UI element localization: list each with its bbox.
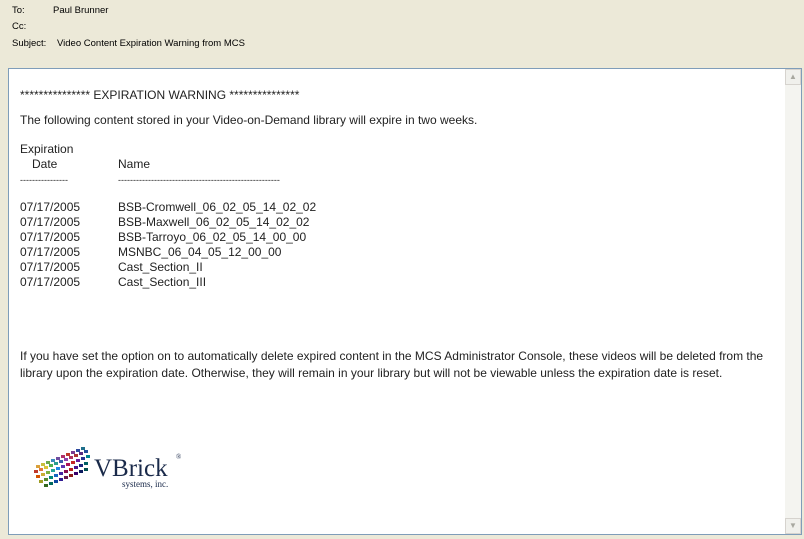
- subject-value[interactable]: Video Content Expiration Warning from MC…: [57, 37, 245, 50]
- subject-row: Subject: Video Content Expiration Warnin…: [12, 37, 245, 50]
- logo-registered-mark: ®: [176, 453, 182, 461]
- subject-label: Subject:: [12, 38, 47, 49]
- content-name: BSB-Tarroyo_06_02_05_14_00_00: [118, 230, 307, 244]
- separator-name: ----------------------------------------…: [118, 175, 280, 185]
- expiration-date: 07/17/2005: [20, 215, 81, 229]
- col-date-header-1: Expiration: [20, 142, 74, 156]
- to-row: To: Paul Brunner: [12, 4, 108, 17]
- email-header: To: Paul Brunner Cc: Subject: Video Cont…: [0, 0, 804, 62]
- to-label: To:: [12, 5, 25, 16]
- vertical-scrollbar[interactable]: ▲ ▼: [785, 69, 801, 534]
- vbrick-logo: VBrick ® systems, inc.: [32, 443, 192, 493]
- logo-brand-text: VBrick: [94, 455, 168, 482]
- expiration-date: 07/17/2005: [20, 230, 81, 244]
- content-name: Cast_Section_II: [118, 260, 203, 274]
- expiration-date: 07/17/2005: [20, 275, 81, 289]
- scroll-up-arrow-icon[interactable]: ▲: [785, 69, 801, 85]
- content-name: BSB-Maxwell_06_02_05_14_02_02: [118, 215, 310, 229]
- col-date-header-2: Date: [32, 157, 58, 171]
- cc-label: Cc:: [12, 21, 27, 32]
- expiration-date: 07/17/2005: [20, 200, 81, 214]
- scroll-down-arrow-icon[interactable]: ▼: [785, 518, 801, 534]
- content-name: Cast_Section_III: [118, 275, 207, 289]
- warning-line: *************** EXPIRATION WARNING *****…: [20, 88, 300, 102]
- intro-text: The following content stored in your Vid…: [20, 113, 478, 127]
- to-value[interactable]: Paul Brunner: [53, 4, 108, 17]
- footer-text: If you have set the option on to automat…: [20, 349, 764, 380]
- col-name-header: Name: [118, 157, 151, 171]
- logo-sub-text: systems, inc.: [122, 479, 168, 489]
- expiration-date: 07/17/2005: [20, 260, 81, 274]
- cc-row: Cc:: [12, 20, 26, 33]
- expiration-date: 07/17/2005: [20, 245, 81, 259]
- vbrick-logo-mark-icon: VBrick ® systems, inc.: [34, 447, 182, 489]
- content-name: BSB-Cromwell_06_02_05_14_02_02: [118, 200, 317, 214]
- separator-date: ----------------: [20, 175, 68, 185]
- content-name: MSNBC_06_04_05_12_00_00: [118, 245, 282, 259]
